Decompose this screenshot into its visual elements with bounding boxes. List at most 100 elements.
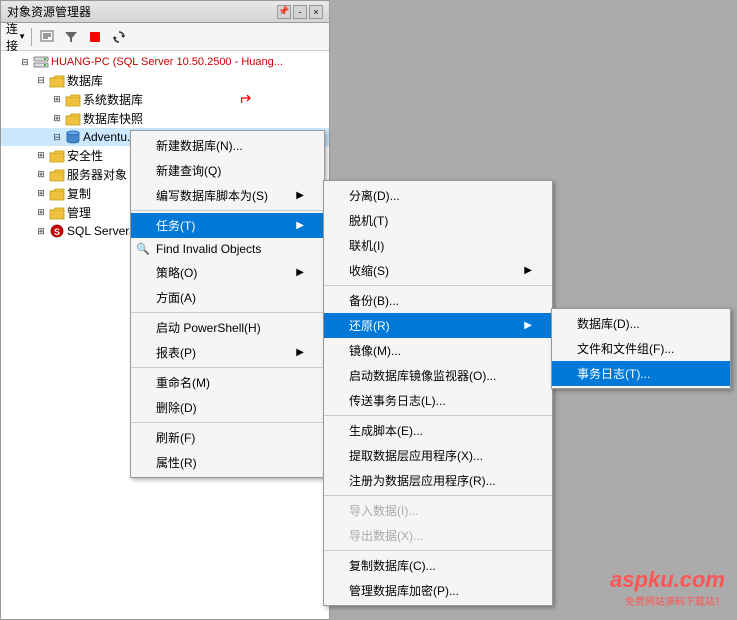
- find-invalid-icon: 🔍: [136, 243, 150, 256]
- database-icon: [65, 129, 81, 145]
- menu-take-offline[interactable]: 脱机(T): [324, 208, 552, 233]
- submenu-arrow-tasks: ▶: [296, 220, 304, 231]
- server-icon: [33, 54, 49, 70]
- security-label: 安全性: [67, 147, 103, 164]
- menu-properties[interactable]: 属性(R): [131, 450, 324, 475]
- expand-icon-rep[interactable]: ⊞: [33, 186, 49, 202]
- expand-icon-sql[interactable]: ⊞: [33, 223, 49, 239]
- menu-delete[interactable]: 删除(D): [131, 395, 324, 420]
- refresh-icon: [111, 29, 127, 45]
- separator-4: [131, 422, 324, 423]
- folder-sec-icon: [49, 148, 65, 164]
- expand-icon-sec[interactable]: ⊞: [33, 148, 49, 164]
- menu-new-query[interactable]: 新建查询(Q): [131, 158, 324, 183]
- separator-2: [131, 312, 324, 313]
- menu-register-dac[interactable]: 注册为数据层应用程序(R)...: [324, 468, 552, 493]
- folder-rep-icon: [49, 186, 65, 202]
- menu-tasks[interactable]: 任务(T) ▶: [131, 213, 324, 238]
- tree-item-snapshot[interactable]: ⊞ 数据库快照: [1, 109, 329, 128]
- server-obj-label: 服务器对象: [67, 166, 127, 183]
- toolbar-separator-1: [31, 28, 32, 46]
- expand-icon-sobj[interactable]: ⊞: [33, 167, 49, 183]
- red-indicator: ↵: [238, 88, 251, 108]
- expand-icon-db[interactable]: ⊟: [33, 73, 49, 89]
- menu-find-invalid[interactable]: 🔍 Find Invalid Objects: [131, 238, 324, 260]
- menu-mirror[interactable]: 镜像(M)...: [324, 338, 552, 363]
- expand-icon-snap[interactable]: ⊞: [49, 111, 65, 127]
- menu-log-shipping[interactable]: 传送事务日志(L)...: [324, 388, 552, 413]
- connect-button[interactable]: 连接▼: [5, 26, 27, 48]
- menu-copy-db[interactable]: 复制数据库(C)...: [324, 553, 552, 578]
- menu-reports[interactable]: 报表(P) ▶: [131, 340, 324, 365]
- menu-refresh[interactable]: 刷新(F): [131, 425, 324, 450]
- menu-restore-files[interactable]: 文件和文件组(F)...: [552, 336, 730, 361]
- databases-label: 数据库: [67, 72, 103, 89]
- expand-icon-mgmt[interactable]: ⊞: [33, 205, 49, 221]
- sql-agent-icon: S: [49, 223, 65, 239]
- separator-3: [131, 367, 324, 368]
- menu-backup[interactable]: 备份(B)...: [324, 288, 552, 313]
- tasks-sep-2: [324, 415, 552, 416]
- menu-new-database[interactable]: 新建数据库(N)...: [131, 133, 324, 158]
- tasks-sep-3: [324, 495, 552, 496]
- menu-extract-dac[interactable]: 提取数据层应用程序(X)...: [324, 443, 552, 468]
- menu-rename[interactable]: 重命名(M): [131, 370, 324, 395]
- panel-title-buttons: 📌 - ×: [277, 5, 323, 19]
- watermark-main: aspku.com: [610, 567, 725, 593]
- folder-mgmt-icon: [49, 205, 65, 221]
- replication-label: 复制: [67, 185, 91, 202]
- menu-powershell[interactable]: 启动 PowerShell(H): [131, 315, 324, 340]
- management-label: 管理: [67, 204, 91, 221]
- menu-facets[interactable]: 方面(A): [131, 285, 324, 310]
- menu-restore[interactable]: 还原(R) ▶: [324, 313, 552, 338]
- separator-1: [131, 210, 324, 211]
- submenu-arrow-restore: ▶: [524, 320, 532, 331]
- svg-text:S: S: [54, 227, 60, 237]
- menu-import-data: 导入数据(I)...: [324, 498, 552, 523]
- new-query-button[interactable]: [36, 26, 58, 48]
- menu-shrink[interactable]: 收缩(S) ▶: [324, 258, 552, 283]
- folder-sys-icon: [65, 92, 81, 108]
- expand-icon-root[interactable]: ⊟: [17, 54, 33, 70]
- menu-generate-scripts[interactable]: 生成脚本(E)...: [324, 418, 552, 443]
- new-query-icon: [39, 29, 55, 45]
- expand-icon-sysdb[interactable]: ⊞: [49, 92, 65, 108]
- tree-root-label: HUANG-PC (SQL Server 10.50.2500 - Huang.…: [51, 56, 283, 68]
- filter-button[interactable]: [60, 26, 82, 48]
- restore-submenu: 数据库(D)... 文件和文件组(F)... 事务日志(T)...: [551, 308, 731, 389]
- close-button[interactable]: ×: [309, 5, 323, 19]
- tree-item-system-db[interactable]: ⊞ 系统数据库: [1, 90, 329, 109]
- menu-script-database[interactable]: 编写数据库脚本为(S) ▶: [131, 183, 324, 208]
- watermark-sub: 免费网站源码下载站！: [610, 593, 725, 608]
- adventure-label: Adventu...: [83, 130, 137, 144]
- tree-root[interactable]: ⊟ HUANG-PC (SQL Server 10.50.2500 - Huan…: [1, 53, 329, 71]
- expand-icon-adv[interactable]: ⊟: [49, 129, 65, 145]
- panel-title: 对象资源管理器: [7, 3, 91, 20]
- tree-item-databases[interactable]: ⊟ 数据库: [1, 71, 329, 90]
- menu-manage-encryption[interactable]: 管理数据库加密(P)...: [324, 578, 552, 603]
- pin-button[interactable]: 📌: [277, 5, 291, 19]
- submenu-arrow-script: ▶: [296, 190, 304, 201]
- snapshot-label: 数据库快照: [83, 110, 143, 127]
- folder-sobj-icon: [49, 167, 65, 183]
- menu-restore-log[interactable]: 事务日志(T)...: [552, 361, 730, 386]
- system-db-label: 系统数据库: [83, 91, 143, 108]
- folder-snap-icon: [65, 111, 81, 127]
- menu-export-data: 导出数据(X)...: [324, 523, 552, 548]
- minimize-button[interactable]: -: [293, 5, 307, 19]
- stop-button[interactable]: [84, 26, 106, 48]
- menu-restore-database[interactable]: 数据库(D)...: [552, 311, 730, 336]
- panel-title-bar: 对象资源管理器 📌 - ×: [1, 1, 329, 23]
- refresh-button[interactable]: [108, 26, 130, 48]
- tasks-sep-4: [324, 550, 552, 551]
- menu-detach[interactable]: 分离(D)...: [324, 183, 552, 208]
- menu-bring-online[interactable]: 联机(I): [324, 233, 552, 258]
- submenu-arrow-reports: ▶: [296, 347, 304, 358]
- menu-mirror-monitor[interactable]: 启动数据库镜像监视器(O)...: [324, 363, 552, 388]
- watermark: aspku.com 免费网站源码下载站！: [610, 567, 725, 608]
- folder-icon: [49, 73, 65, 89]
- stop-icon: [87, 29, 103, 45]
- tasks-submenu: 分离(D)... 脱机(T) 联机(I) 收缩(S) ▶ 备份(B)... 还原…: [323, 180, 553, 606]
- menu-policies[interactable]: 策略(O) ▶: [131, 260, 324, 285]
- filter-icon: [63, 29, 79, 45]
